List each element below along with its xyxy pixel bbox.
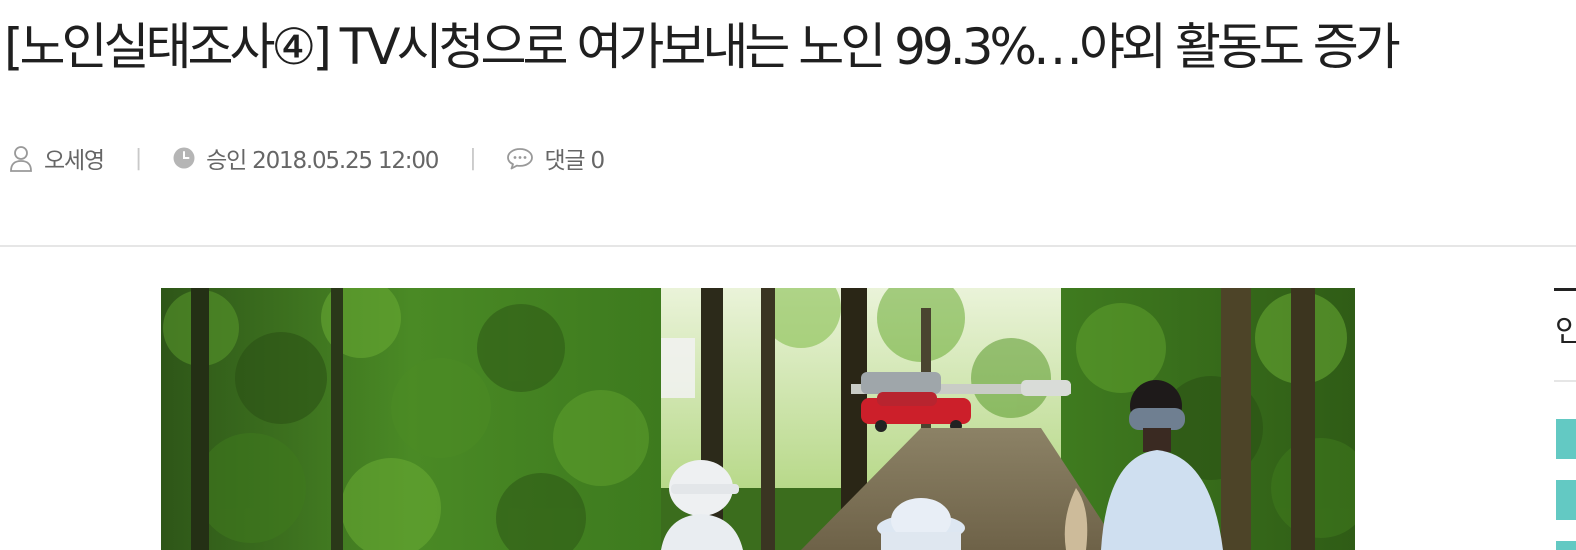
article-headline: [노인실태조사④] TV시청으로 여가보내는 노인 99.3%…야외 활동도 증… — [4, 18, 1401, 76]
comments-link[interactable]: 댓글 0 — [506, 141, 605, 175]
meta-separator: | — [134, 145, 142, 171]
sidebar-heading-fragment: 인 — [1555, 314, 1576, 349]
published-date: 승인 2018.05.25 12:00 — [206, 148, 439, 174]
comment-count: 댓글 0 — [544, 148, 605, 174]
meta-separator: | — [469, 145, 476, 171]
sidebar-divider — [1554, 380, 1576, 382]
sidebar-tab-marker[interactable] — [1556, 541, 1576, 550]
author-name: 오세영 — [44, 148, 105, 174]
author-info[interactable]: 오세영 — [8, 141, 105, 175]
article-photo — [161, 288, 1355, 550]
clock-icon — [172, 146, 196, 170]
article-page: [노인실태조사④] TV시청으로 여가보내는 노인 99.3%…야외 활동도 증… — [0, 0, 1576, 550]
article-meta: 오세영 | 승인 2018.05.25 12:00 | 댓글 0 — [8, 138, 605, 178]
sidebar-tab-marker[interactable] — [1556, 480, 1576, 520]
header-divider — [0, 245, 1576, 247]
user-icon — [8, 144, 34, 172]
sidebar-tab-marker[interactable] — [1556, 419, 1576, 459]
sidebar-heading-rule — [1554, 288, 1576, 291]
published-info: 승인 2018.05.25 12:00 — [172, 141, 439, 175]
speech-bubble-icon — [506, 146, 534, 170]
